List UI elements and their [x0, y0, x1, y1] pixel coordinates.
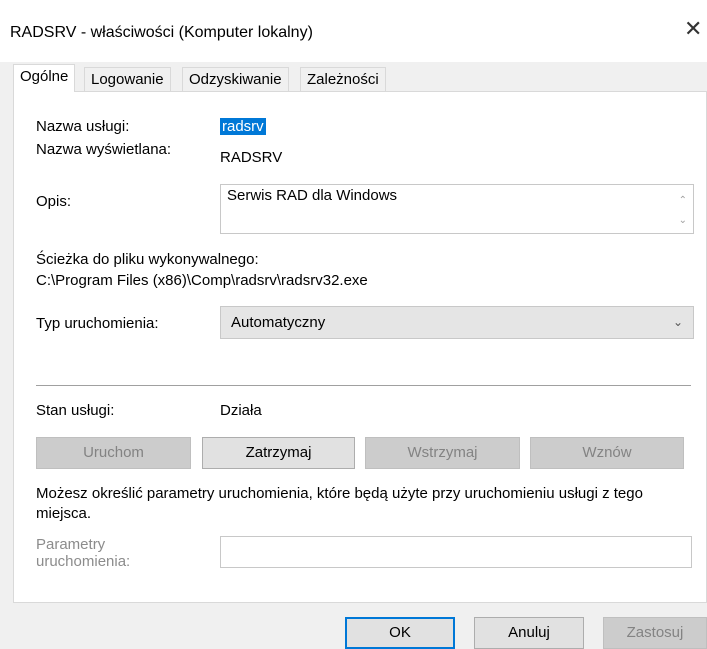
tab-logon[interactable]: Logowanie	[84, 67, 171, 91]
service-name-label: Nazwa usługi:	[36, 118, 130, 135]
general-panel: Nazwa usługi: radsrv Nazwa wyświetlana: …	[13, 91, 707, 603]
divider	[36, 385, 691, 386]
description-label: Opis:	[36, 193, 72, 210]
scroll-up-icon[interactable]: ⌃	[679, 195, 687, 206]
cancel-button[interactable]: Anuluj	[474, 617, 584, 649]
startup-type-dropdown[interactable]: Automatyczny ⌄	[220, 306, 694, 339]
tab-recovery[interactable]: Odzyskiwanie	[182, 67, 289, 91]
status-value: Działa	[220, 402, 262, 419]
resume-button[interactable]: Wznów	[530, 437, 684, 469]
description-field[interactable]: Serwis RAD dla Windows ⌃ ⌄	[220, 184, 694, 234]
pause-button[interactable]: Wstrzymaj	[365, 437, 520, 469]
startup-type-label: Typ uruchomienia:	[36, 315, 159, 332]
dialog-body: Ogólne Logowanie Odzyskiwanie Zależności…	[0, 62, 707, 649]
scroll-down-icon[interactable]: ⌄	[679, 215, 687, 226]
start-button[interactable]: Uruchom	[36, 437, 191, 469]
status-label: Stan usługi:	[36, 402, 115, 419]
description-text: Serwis RAD dla Windows	[227, 187, 398, 204]
display-name-label: Nazwa wyświetlana:	[36, 141, 172, 158]
path-value: C:\Program Files (x86)\Comp\radsrv\radsr…	[36, 272, 368, 289]
path-label: Ścieżka do pliku wykonywalnego:	[36, 251, 259, 268]
tab-dependencies[interactable]: Zależności	[300, 67, 386, 91]
tab-general[interactable]: Ogólne	[13, 64, 76, 92]
params-info-text: Możesz określić parametry uruchomienia, …	[36, 485, 643, 522]
startup-type-value: Automatyczny	[231, 314, 326, 331]
display-name-value[interactable]: RADSRV	[220, 149, 282, 166]
service-name-text: radsrv	[220, 118, 266, 135]
stop-button[interactable]: Zatrzymaj	[202, 437, 355, 469]
close-icon[interactable]: ✕	[684, 18, 707, 42]
service-name-value[interactable]: radsrv	[220, 118, 266, 135]
tab-label: Odzyskiwanie	[189, 71, 282, 88]
window-title: RADSRV - właściwości (Komputer lokalny)	[10, 24, 313, 41]
params-label: Parametry uruchomienia:	[36, 536, 131, 570]
tab-label: Ogólne	[20, 68, 69, 85]
tab-label: Zależności	[307, 71, 379, 88]
params-input[interactable]	[220, 536, 692, 568]
ok-button[interactable]: OK	[345, 617, 455, 649]
tab-label: Logowanie	[91, 71, 164, 88]
chevron-down-icon: ⌄	[672, 315, 683, 329]
apply-button[interactable]: Zastosuj	[603, 617, 707, 649]
title-bar: RADSRV - właściwości (Komputer lokalny) …	[0, 0, 707, 62]
